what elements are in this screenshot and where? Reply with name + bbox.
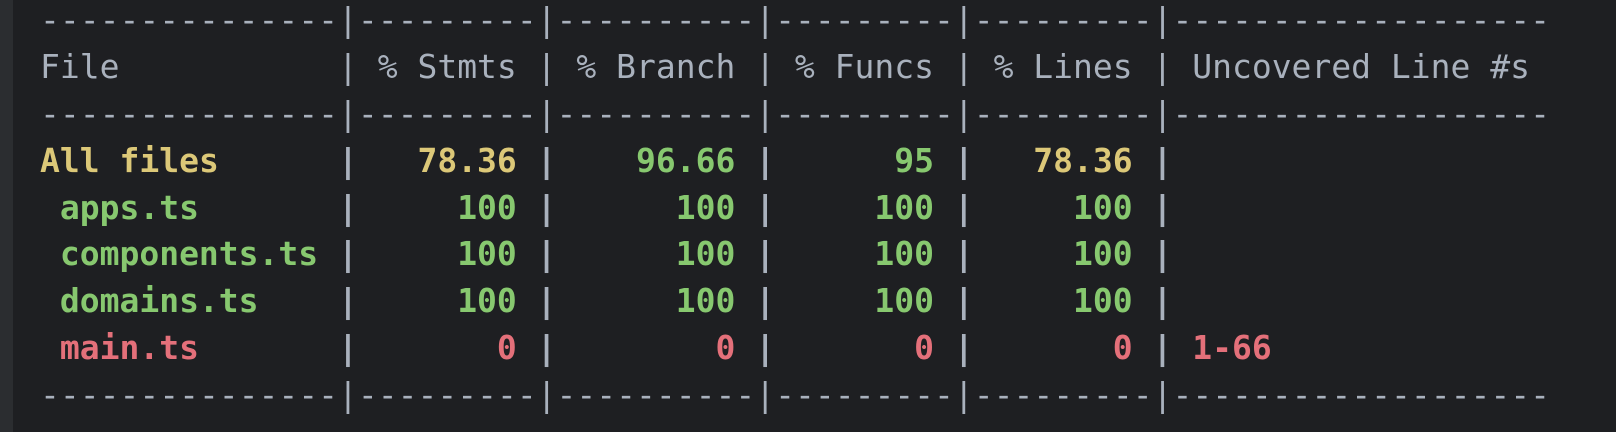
- divider-row: ---------------|---------|----------|---…: [40, 0, 1550, 44]
- column-separator: [537, 44, 557, 91]
- column-separator: [338, 44, 358, 91]
- column-separator: [338, 138, 358, 185]
- divider: ---------------|---------|----------|---…: [40, 375, 1550, 415]
- cell-file: apps.ts: [59, 187, 199, 227]
- header-branch: % Branch: [576, 46, 736, 86]
- column-separator: [755, 325, 775, 372]
- cell-stmts: 100: [457, 187, 517, 227]
- column-separator: [755, 185, 775, 232]
- column-separator: [1153, 325, 1173, 372]
- editor-gutter: [0, 0, 13, 432]
- column-separator: [755, 278, 775, 325]
- cell-uncovered: 1-66: [1192, 328, 1272, 368]
- cell-branch: 100: [675, 281, 736, 321]
- column-separator: [338, 278, 358, 325]
- table-row: main.ts 0 0 0 0 1-66: [40, 325, 1550, 372]
- column-separator: [954, 138, 974, 185]
- header-uncovered: Uncovered Line #s: [1192, 46, 1530, 86]
- divider-row: ---------------|---------|----------|---…: [40, 91, 1550, 138]
- cell-branch: 96.66: [635, 140, 736, 180]
- table-row: components.ts 100 100 100 100: [40, 231, 1550, 278]
- column-separator: [338, 325, 358, 372]
- column-separator: [537, 185, 557, 232]
- cell-funcs: 100: [874, 187, 934, 227]
- cell-stmts: 78.36: [417, 140, 517, 180]
- column-separator: [755, 231, 775, 278]
- table-row: domains.ts 100 100 100 100: [40, 278, 1550, 325]
- divider: ---------------|---------|----------|---…: [40, 93, 1550, 133]
- column-separator: [1153, 278, 1173, 325]
- header-lines: % Lines: [993, 46, 1133, 86]
- column-separator: [1153, 44, 1173, 91]
- cell-uncovered: [1172, 231, 1549, 278]
- header-funcs: % Funcs: [794, 46, 934, 86]
- cell-funcs: 0: [914, 328, 934, 368]
- column-separator: [954, 278, 974, 325]
- cell-stmts: 100: [457, 281, 517, 321]
- table-row: apps.ts 100 100 100 100: [40, 185, 1550, 232]
- cell-lines: 100: [1073, 187, 1133, 227]
- cell-lines: 100: [1073, 234, 1133, 274]
- column-separator: [1153, 185, 1173, 232]
- cell-branch: 100: [675, 234, 736, 274]
- column-separator: [1153, 231, 1173, 278]
- column-separator: [954, 44, 974, 91]
- column-separator: [537, 278, 557, 325]
- column-separator: [338, 185, 358, 232]
- cell-branch: 100: [675, 187, 736, 227]
- column-separator: [1153, 138, 1173, 185]
- column-separator: [954, 185, 974, 232]
- cell-uncovered: [1172, 278, 1549, 325]
- header-file: File: [40, 46, 120, 86]
- cell-funcs: 95: [894, 140, 934, 180]
- header-stmts: % Stmts: [377, 46, 517, 86]
- coverage-report: ---------------|---------|----------|---…: [40, 0, 1550, 419]
- column-separator: [537, 231, 557, 278]
- cell-lines: 100: [1073, 281, 1133, 321]
- cell-funcs: 100: [874, 281, 934, 321]
- cell-file: domains.ts: [59, 281, 259, 321]
- divider: ---------------|---------|----------|---…: [40, 0, 1550, 39]
- cell-file: main.ts: [59, 328, 199, 368]
- cell-stmts: 100: [457, 234, 517, 274]
- divider-row: ---------------|---------|----------|---…: [40, 372, 1550, 419]
- column-separator: [338, 231, 358, 278]
- column-separator: [537, 325, 557, 372]
- cell-file: All files: [40, 140, 219, 180]
- column-separator: [954, 231, 974, 278]
- table-row: All files 78.36 96.66 95 78.36: [40, 138, 1550, 185]
- column-separator: [954, 325, 974, 372]
- cell-file: components.ts: [59, 234, 319, 274]
- cell-branch: 0: [715, 328, 736, 368]
- column-separator: [755, 138, 775, 185]
- table-body: All files 78.36 96.66 95 78.36 apps.ts 100 100 1…: [40, 138, 1550, 372]
- column-separator: [537, 138, 557, 185]
- cell-lines: 78.36: [1033, 140, 1133, 180]
- cell-uncovered: [1172, 185, 1549, 232]
- cell-funcs: 100: [874, 234, 934, 274]
- cell-lines: 0: [1112, 328, 1133, 368]
- column-separator: [755, 44, 775, 91]
- cell-uncovered: [1172, 138, 1549, 185]
- header-row: File % Stmts % Branch % Funcs % Lines Uncover…: [40, 44, 1550, 91]
- cell-stmts: 0: [496, 328, 517, 368]
